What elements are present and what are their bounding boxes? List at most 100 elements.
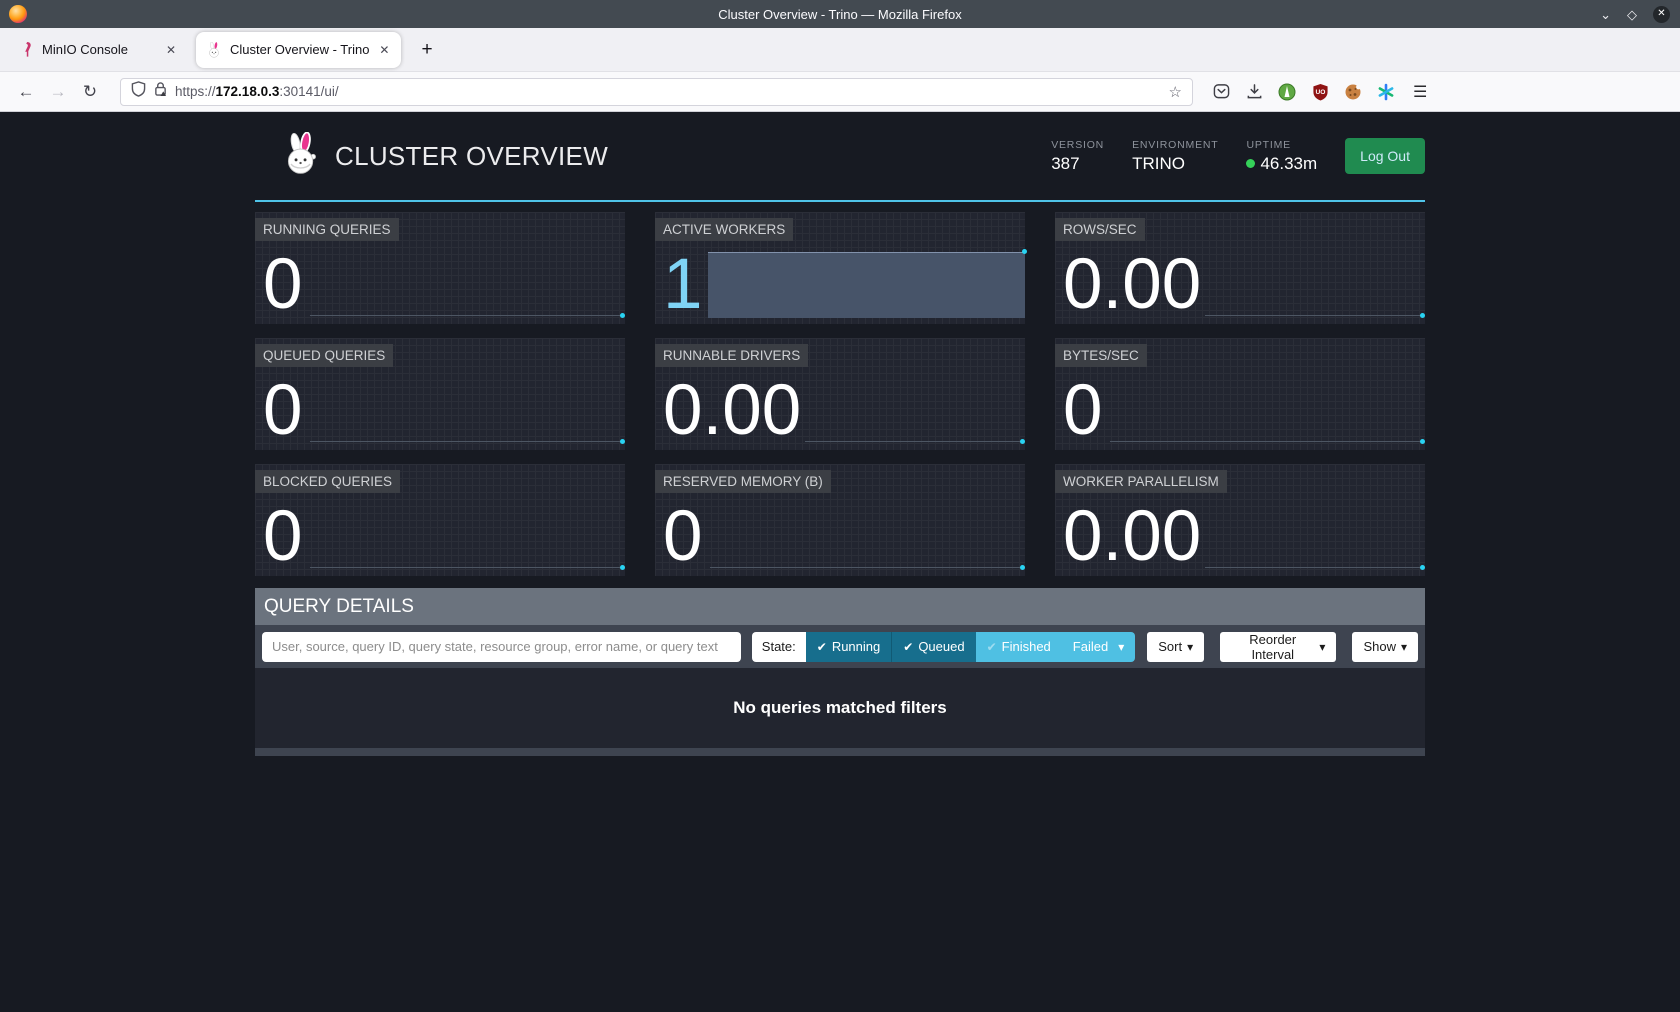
state-filter-group: State: Running Queued Finished Failed [752,632,1135,662]
check-icon [903,639,913,654]
menu-icon[interactable]: ☰ [1413,82,1427,102]
url-host: 172.18.0.3 [216,84,280,99]
stat-value: 1 [663,252,703,318]
cookie-icon[interactable] [1343,82,1363,102]
stat-value: 0 [263,378,303,444]
check-icon [987,639,997,654]
reload-icon[interactable]: ↻ [74,82,106,102]
forward-icon[interactable]: → [42,82,74,102]
stat-value: 0.00 [1063,252,1201,318]
stat-label: BLOCKED QUERIES [255,470,400,493]
stat-card-runnable-drivers: RUNNABLE DRIVERS 0.00 [655,338,1025,450]
stat-value: 0 [263,252,303,318]
lock-warning-icon[interactable] [154,81,167,102]
minimize-icon[interactable]: ⌄ [1600,8,1611,21]
ublock-origin-icon[interactable]: UO [1310,82,1330,102]
query-search-input[interactable] [262,632,741,662]
stat-label: BYTES/SEC [1055,344,1147,367]
tab-bar: MinIO Console ✕ Cluster Overview - Trino… [0,28,1680,72]
state-filter-finished[interactable]: Finished [976,632,1062,662]
stat-label: ROWS/SEC [1055,218,1145,241]
stat-card-blocked-queries: BLOCKED QUERIES 0 [255,464,625,576]
url-scheme: https:// [175,84,216,99]
pocket-icon[interactable] [1211,82,1231,102]
trino-favicon-icon [206,42,222,58]
log-out-button[interactable]: Log Out [1345,138,1425,174]
close-tab-icon[interactable]: ✕ [164,41,178,59]
state-filter-failed-dropdown[interactable]: Failed [1062,632,1135,662]
spark-dot [620,439,625,444]
stat-card-worker-parallelism: WORKER PARALLELISM 0.00 [1055,464,1425,576]
stat-card-rows-per-sec: ROWS/SEC 0.00 [1055,212,1425,324]
svg-text:UO: UO [1315,88,1325,95]
stat-label: RUNNING QUERIES [255,218,399,241]
close-tab-icon[interactable]: ✕ [377,41,391,59]
tab-minio-console[interactable]: MinIO Console ✕ [8,32,188,68]
new-tab-button[interactable]: + [415,39,438,61]
back-icon[interactable]: ← [10,82,42,102]
spark-dot [1420,313,1425,318]
close-window-icon[interactable]: ✕ [1653,6,1670,23]
spark-dot [1420,439,1425,444]
query-list-empty-state: No queries matched filters [255,668,1425,748]
tracking-shield-icon[interactable] [131,81,146,102]
spark-dot [620,565,625,570]
show-dropdown[interactable]: Show [1352,632,1418,662]
tab-title: Cluster Overview - Trino [230,42,369,57]
navigation-bar: ← → ↻ https://172.18.0.3:30141/ui/ ☆ [0,72,1680,112]
window-controls: ⌄ ◇ ✕ [1600,0,1670,28]
sparkline [310,315,623,316]
version-label: VERSION [1051,139,1104,151]
sparkline [1205,315,1423,316]
query-details-title: QUERY DETAILS [255,588,1425,625]
spark-dot [1022,249,1027,254]
query-details-section: QUERY DETAILS State: Running Queued Fini… [255,588,1425,756]
toolbar-extensions: UO ☰ [1211,82,1427,102]
reorder-interval-dropdown[interactable]: Reorder Interval [1220,632,1336,662]
stat-value: 0 [663,504,703,570]
download-icon[interactable] [1244,82,1264,102]
trino-page: CLUSTER OVERVIEW VERSION 387 ENVIRONMENT… [0,112,1680,1012]
stat-label: RUNNABLE DRIVERS [655,344,808,367]
sparkline [710,567,1023,568]
uptime-label: UPTIME [1246,139,1317,151]
stat-value: 0 [263,504,303,570]
check-icon [817,639,827,654]
sparkline [1205,567,1423,568]
page-title: CLUSTER OVERVIEW [335,141,608,172]
url-bar[interactable]: https://172.18.0.3:30141/ui/ ☆ [120,78,1193,106]
sparkline [310,567,623,568]
tab-cluster-overview[interactable]: Cluster Overview - Trino ✕ [196,32,401,68]
stats-grid: RUNNING QUERIES 0 ACTIVE WORKERS 1 ROWS/… [255,212,1425,576]
bookmark-star-icon[interactable]: ☆ [1169,83,1182,101]
firefox-window: Cluster Overview - Trino — Mozilla Firef… [0,0,1680,1012]
privacy-badger-icon[interactable] [1277,82,1297,102]
sparkline [805,441,1023,442]
stat-value: 0.00 [1063,504,1201,570]
environment-label: ENVIRONMENT [1132,139,1218,151]
stat-card-reserved-memory: RESERVED MEMORY (B) 0 [655,464,1025,576]
stat-value: 0.00 [663,378,801,444]
app-header: CLUSTER OVERVIEW VERSION 387 ENVIRONMENT… [255,112,1425,202]
stat-label: ACTIVE WORKERS [655,218,793,241]
stat-label: RESERVED MEMORY (B) [655,470,831,493]
status-dot [1246,159,1255,168]
firefox-logo-icon [9,5,27,23]
stat-label: QUEUED QUERIES [255,344,393,367]
state-filter-queued[interactable]: Queued [891,632,975,662]
extension-asterisk-icon[interactable] [1376,82,1396,102]
stat-card-queued-queries: QUEUED QUERIES 0 [255,338,625,450]
sort-dropdown[interactable]: Sort [1147,632,1204,662]
maximize-icon[interactable]: ◇ [1627,8,1637,21]
version-value: 387 [1051,154,1104,174]
query-details-footer [255,748,1425,756]
empty-message: No queries matched filters [733,698,947,718]
titlebar: Cluster Overview - Trino — Mozilla Firef… [0,0,1680,28]
spark-dot [1020,565,1025,570]
spark-dot [1420,565,1425,570]
stat-value: 0 [1063,378,1103,444]
stat-card-active-workers: ACTIVE WORKERS 1 [655,212,1025,324]
state-filter-running[interactable]: Running [806,632,892,662]
query-filter-bar: State: Running Queued Finished Failed So… [255,625,1425,668]
version-meta: VERSION 387 [1051,139,1104,174]
